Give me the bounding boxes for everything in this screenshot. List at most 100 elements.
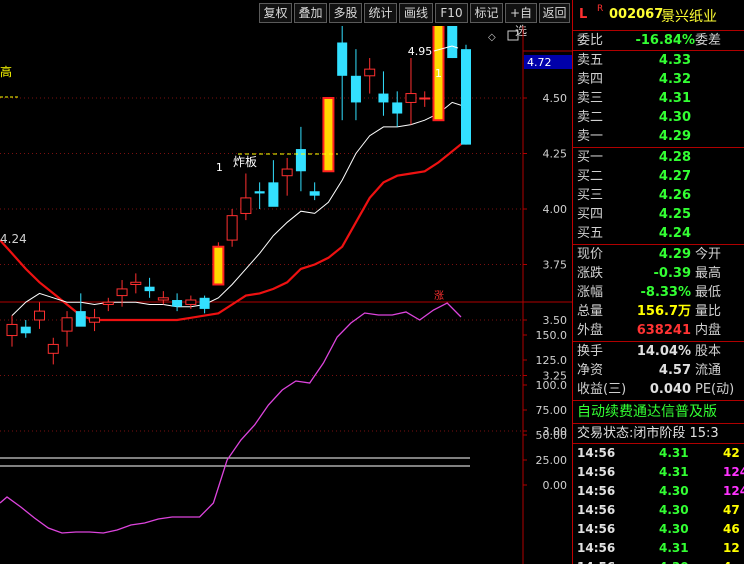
tick-price: 4.30 bbox=[659, 522, 689, 536]
buy-level-row[interactable]: 买二 4.27 bbox=[573, 167, 744, 186]
sell-level-row[interactable]: 卖三 4.31 bbox=[573, 89, 744, 108]
candle-body bbox=[185, 299, 197, 305]
stat-value: 4.29 bbox=[658, 247, 691, 262]
indicator-axis-label: 150.0 bbox=[536, 329, 568, 342]
peak-price-label: 4.95 bbox=[408, 45, 433, 58]
buy-level-label: 买四 bbox=[577, 207, 604, 222]
candle-body bbox=[116, 288, 128, 297]
sell-level-row[interactable]: 卖一 4.29 bbox=[573, 127, 744, 146]
sell-level-label: 卖三 bbox=[577, 91, 604, 106]
stat-row[interactable]: 外盘 638241 内盘 bbox=[573, 321, 744, 340]
flag-l: L bbox=[579, 7, 588, 22]
sell-level-row[interactable]: 卖四 4.32 bbox=[573, 70, 744, 89]
stat-value: 4.57 bbox=[658, 363, 691, 378]
tick-row: 14:56 4.30 47 bbox=[573, 501, 744, 520]
toolbar-button-4[interactable]: 画线 bbox=[399, 3, 433, 23]
tick-time: 14:56 bbox=[577, 541, 616, 555]
buy-level-value: 4.24 bbox=[658, 226, 691, 241]
stat-row[interactable]: 收益(三) 0.040 PE(动) bbox=[573, 380, 744, 399]
sell-level-value: 4.33 bbox=[658, 53, 691, 68]
tick-volume: 124 bbox=[723, 484, 744, 498]
sell-level-row[interactable]: 卖五 4.33 bbox=[573, 51, 744, 70]
buy-level-value: 4.25 bbox=[658, 207, 691, 222]
tick-volume: 47 bbox=[723, 503, 740, 517]
tick-time: 14:56 bbox=[577, 503, 616, 517]
buy-level-row[interactable]: 买三 4.26 bbox=[573, 186, 744, 205]
indicator-axis-label: 125.0 bbox=[536, 354, 568, 367]
limit-up-mark: 1 bbox=[216, 161, 223, 174]
toolbar-button-6[interactable]: 标记 bbox=[470, 3, 503, 23]
candle-body bbox=[144, 286, 155, 292]
tick-row: 14:56 4.31 124 bbox=[573, 463, 744, 482]
candle-body bbox=[75, 311, 86, 327]
stat-value: -0.39 bbox=[653, 266, 691, 281]
candle-body bbox=[130, 281, 142, 285]
sell-level-value: 4.31 bbox=[658, 91, 691, 106]
buy-level-row[interactable]: 买五 4.24 bbox=[573, 224, 744, 243]
candle-body bbox=[61, 317, 73, 332]
candle-body bbox=[268, 182, 279, 207]
toolbar-button-5[interactable]: F10 bbox=[435, 3, 468, 23]
buy-level-row[interactable]: 买一 4.28 bbox=[573, 148, 744, 167]
stat-value: 0.040 bbox=[649, 382, 691, 397]
weibi-value: -16.84% bbox=[635, 33, 695, 48]
candle-body bbox=[102, 301, 114, 305]
candle-body bbox=[47, 343, 59, 354]
sell-level-row[interactable]: 卖二 4.30 bbox=[573, 108, 744, 127]
sell-level-label: 卖五 bbox=[577, 53, 604, 68]
flag-r: R bbox=[597, 4, 604, 14]
candle-body bbox=[447, 26, 458, 59]
toolbar-button-2[interactable]: 多股 bbox=[329, 3, 362, 23]
candle-body bbox=[89, 317, 101, 323]
stat-row[interactable]: 涨幅 -8.33% 最低 bbox=[573, 283, 744, 302]
stat-label2: 内盘 bbox=[695, 323, 722, 338]
toolbar-button-0[interactable]: 复权 bbox=[259, 3, 292, 23]
stat-value: 638241 bbox=[636, 323, 691, 338]
toolbar-button-8[interactable]: 返回 bbox=[539, 3, 570, 23]
stat-row[interactable]: 净资 4.57 流通 bbox=[573, 361, 744, 380]
buy-level-label: 买二 bbox=[577, 169, 604, 184]
stat-row[interactable]: 涨跌 -0.39 最高 bbox=[573, 264, 744, 283]
diamond-icon: ◇ bbox=[488, 32, 496, 43]
tick-volume: 4 bbox=[723, 558, 731, 564]
price-axis-label: 3.75 bbox=[543, 259, 568, 272]
toolbar-button-7[interactable]: +自选 bbox=[505, 3, 537, 38]
weibi-label: 委比 bbox=[577, 33, 604, 48]
sell-level-value: 4.32 bbox=[658, 72, 691, 87]
toolbar-button-3[interactable]: 统计 bbox=[364, 3, 397, 23]
tick-row: 14:56 4.30 46 bbox=[573, 520, 744, 539]
candle-body bbox=[295, 149, 306, 172]
tick-row: 14:56 4.30 124 bbox=[573, 482, 744, 501]
toolbar-button-1[interactable]: 叠加 bbox=[294, 3, 327, 23]
stat-label2: 最低 bbox=[695, 285, 722, 300]
tick-price: 4.31 bbox=[659, 541, 689, 555]
candle-body bbox=[6, 323, 18, 337]
price-axis-label: 3.50 bbox=[543, 314, 568, 327]
stat-value: 156.7万 bbox=[636, 304, 691, 319]
stat-row[interactable]: 总量 156.7万 量比 bbox=[573, 302, 744, 321]
stat-value: -8.33% bbox=[640, 285, 692, 300]
event-label: 炸板 bbox=[233, 155, 257, 169]
chart-area: ◇4.504.254.003.753.503.253.004.72高4.241 炸… bbox=[0, 26, 572, 564]
tick-price: 4.30 bbox=[659, 503, 689, 517]
tick-price: 4.30 bbox=[659, 558, 689, 564]
indicator-axis-label: 100.0 bbox=[536, 379, 568, 392]
weibi-row: 委比 -16.84% 委差 bbox=[573, 31, 744, 50]
candle-body bbox=[240, 197, 252, 214]
tick-price: 4.31 bbox=[659, 446, 689, 460]
promo-link[interactable]: 自动续费通达信普及版 bbox=[573, 403, 744, 422]
stat-row[interactable]: 换手 14.04% 股本 bbox=[573, 342, 744, 361]
stock-header[interactable]: L R 002067 景兴纸业 bbox=[573, 0, 744, 30]
candle-body bbox=[226, 215, 238, 241]
sell-level-value: 4.30 bbox=[658, 110, 691, 125]
candle-body bbox=[364, 68, 376, 77]
stat-label: 换手 bbox=[577, 344, 604, 359]
stat-row[interactable]: 现价 4.29 今开 bbox=[573, 245, 744, 264]
stat-label2: 量比 bbox=[695, 304, 722, 319]
buy-level-row[interactable]: 买四 4.25 bbox=[573, 205, 744, 224]
indicator-axis-label: 50.00 bbox=[536, 429, 568, 442]
bottom-mark: 涨 bbox=[434, 290, 444, 302]
buy-level-label: 买五 bbox=[577, 226, 604, 241]
tick-volume: 42 bbox=[723, 446, 740, 460]
candle-body bbox=[157, 297, 169, 301]
